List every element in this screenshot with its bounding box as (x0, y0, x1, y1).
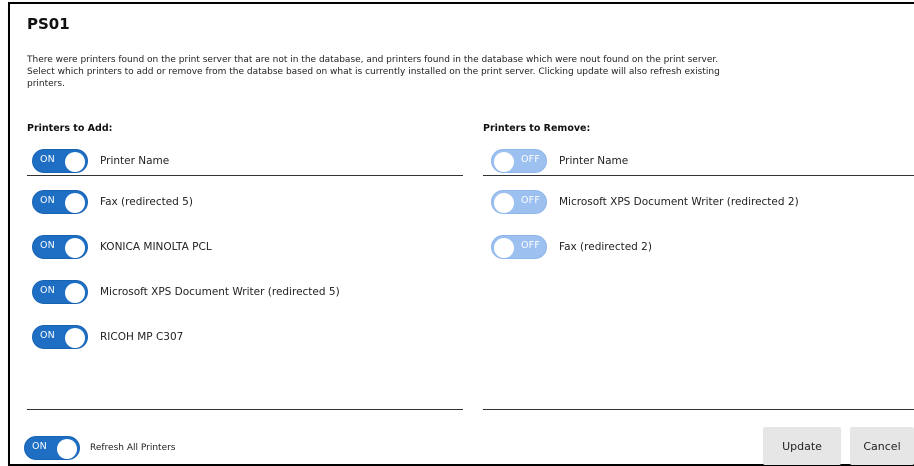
cancel-button[interactable]: Cancel (850, 427, 914, 465)
toggle-state-text: ON (40, 240, 55, 251)
remove-header-row: OFF Printer Name (491, 148, 628, 174)
refresh-all-toggle[interactable]: ON (24, 436, 80, 460)
toggle-knob (65, 238, 85, 258)
toggle-state-text: ON (40, 330, 55, 341)
remove-printer-row: OFF Microsoft XPS Document Writer (redir… (491, 189, 799, 215)
toggle-state-text: OFF (520, 240, 540, 251)
printer-name: Fax (redirected 2) (559, 241, 652, 253)
toggle-state-text: ON (32, 441, 47, 452)
dialog-title: PS01 (27, 15, 70, 33)
printer-name: Fax (redirected 5) (100, 196, 193, 208)
add-header-label: Printer Name (100, 155, 170, 167)
toggle-knob (65, 283, 85, 303)
add-header-divider (27, 175, 463, 176)
add-header-row: ON Printer Name (32, 148, 169, 174)
sync-printers-dialog: PS01 There were printers found on the pr… (8, 2, 914, 466)
add-printer-toggle[interactable]: ON (32, 280, 88, 304)
remove-header-divider (483, 175, 914, 176)
remove-header-label: Printer Name (559, 155, 629, 167)
remove-list-bottom-divider (483, 409, 914, 410)
add-printer-row: ON KONICA MINOLTA PCL (32, 234, 212, 260)
toggle-state-text: ON (40, 154, 55, 165)
add-printer-toggle[interactable]: ON (32, 235, 88, 259)
toggle-knob (65, 328, 85, 348)
toggle-knob (57, 439, 77, 459)
add-all-toggle[interactable]: ON (32, 149, 88, 173)
add-printer-toggle[interactable]: ON (32, 325, 88, 349)
dialog-description: There were printers found on the print s… (27, 55, 720, 89)
printer-name: KONICA MINOLTA PCL (100, 241, 212, 253)
toggle-knob (494, 193, 514, 213)
printer-name: RICOH MP C307 (100, 331, 184, 343)
add-list-bottom-divider (27, 409, 463, 410)
refresh-all-label: Refresh All Printers (90, 443, 176, 453)
printers-to-add-title: Printers to Add: (27, 123, 113, 134)
refresh-all-row: ON Refresh All Printers (24, 435, 176, 461)
toggle-state-text: OFF (520, 195, 540, 206)
remove-all-toggle[interactable]: OFF (491, 149, 547, 173)
printers-to-remove-title: Printers to Remove: (483, 123, 591, 134)
printer-name: Microsoft XPS Document Writer (redirecte… (100, 286, 340, 298)
remove-printer-toggle[interactable]: OFF (491, 190, 547, 214)
toggle-knob (65, 193, 85, 213)
printer-name: Microsoft XPS Document Writer (redirecte… (559, 196, 799, 208)
add-printer-toggle[interactable]: ON (32, 190, 88, 214)
remove-printer-toggle[interactable]: OFF (491, 235, 547, 259)
toggle-state-text: OFF (520, 154, 540, 165)
toggle-knob (65, 152, 85, 172)
toggle-state-text: ON (40, 195, 55, 206)
toggle-state-text: ON (40, 285, 55, 296)
toggle-knob (494, 152, 514, 172)
add-printer-row: ON Fax (redirected 5) (32, 189, 193, 215)
remove-printer-row: OFF Fax (redirected 2) (491, 234, 652, 260)
add-printer-row: ON Microsoft XPS Document Writer (redire… (32, 279, 340, 305)
update-button[interactable]: Update (763, 427, 841, 465)
toggle-knob (494, 238, 514, 258)
add-printer-row: ON RICOH MP C307 (32, 324, 183, 350)
